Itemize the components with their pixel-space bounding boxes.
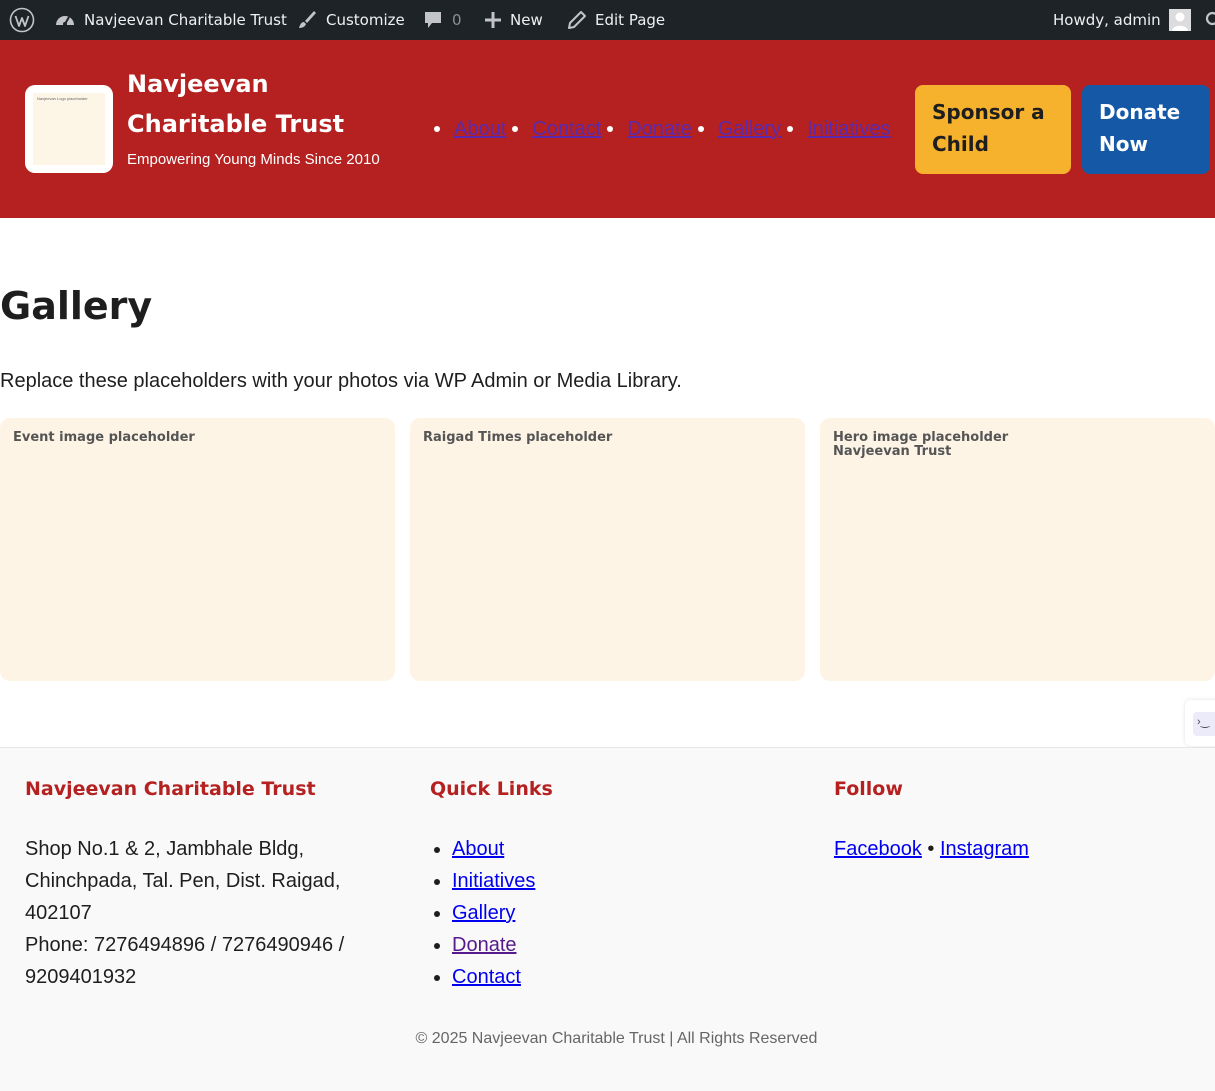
- pencil-icon: [568, 11, 586, 29]
- nav-bullet: [787, 126, 794, 132]
- logo-placeholder: Navjeevan Logo placeholder: [33, 93, 105, 165]
- gallery-card[interactable]: Raigad Times placeholder: [410, 418, 805, 681]
- edit-page-link[interactable]: Edit Page: [567, 0, 665, 40]
- gallery-card[interactable]: Event image placeholder: [0, 418, 395, 681]
- social-links: Facebook • Instagram: [834, 833, 1029, 865]
- footer-link-about[interactable]: About: [452, 838, 504, 860]
- gallery-card-label: Event image placeholder: [13, 430, 195, 445]
- admin-bar: Navjeevan Charitable Trust Customize 0 N…: [0, 0, 1215, 40]
- site-logo[interactable]: Navjeevan Logo placeholder: [25, 85, 113, 173]
- account-menu[interactable]: Howdy, admin: [1053, 0, 1191, 40]
- site-footer: Navjeevan Charitable Trust Shop No.1 & 2…: [0, 747, 1215, 1091]
- quick-links-heading: Quick Links: [430, 778, 553, 800]
- howdy-label: Howdy, admin: [1053, 11, 1161, 29]
- nav-link-donate[interactable]: Donate: [627, 118, 692, 141]
- footer-link-donate[interactable]: Donate: [452, 934, 517, 956]
- footer-link-contact[interactable]: Contact: [452, 966, 521, 988]
- donate-now-button[interactable]: Donate Now: [1082, 85, 1210, 174]
- site-tagline: Empowering Young Minds Since 2010: [127, 151, 380, 168]
- nav-bullet: [512, 126, 519, 132]
- nav-link-gallery[interactable]: Gallery: [718, 118, 781, 141]
- nav-item-gallery: Gallery: [697, 118, 787, 141]
- follow-heading: Follow: [834, 778, 903, 800]
- nav-item-donate: Donate: [607, 118, 698, 141]
- list-item: Initiatives: [452, 865, 535, 897]
- dashboard-gauge-icon: [56, 16, 74, 26]
- edit-page-label: Edit Page: [595, 11, 666, 29]
- customize-label: Customize: [326, 11, 405, 29]
- paintbrush-icon: [299, 11, 316, 28]
- list-item: Gallery: [452, 897, 535, 929]
- footer-address-block: Shop No.1 & 2, Jambhale Bldg, Chinchpada…: [25, 833, 405, 993]
- page-title: Gallery: [0, 284, 153, 328]
- site-header: Navjeevan Logo placeholder Navjeevan Cha…: [0, 40, 1215, 218]
- gallery-card-label: Raigad Times placeholder: [423, 430, 613, 445]
- comment-bubble-icon: [425, 12, 441, 28]
- site-title[interactable]: Navjeevan Charitable Trust: [127, 64, 367, 144]
- footer-phone: Phone: 7276494896 / 7276490946 / 9209401…: [25, 934, 345, 988]
- floating-widget[interactable]: ›‿: [1185, 700, 1215, 746]
- new-content-link[interactable]: New: [484, 0, 543, 40]
- copyright-text: © 2025 Navjeevan Charitable Trust | All …: [415, 1030, 818, 1047]
- comments-count: 0: [452, 11, 462, 29]
- nav-bullet: [434, 126, 440, 132]
- plus-icon: [485, 12, 501, 28]
- customize-link[interactable]: Customize: [296, 0, 405, 40]
- nav-link-about[interactable]: About: [454, 118, 506, 141]
- nav-item-initiatives: Initiatives: [787, 118, 896, 141]
- footer-org-heading: Navjeevan Charitable Trust: [25, 778, 316, 800]
- search-icon[interactable]: [1205, 0, 1215, 40]
- gallery-card-label: Hero image placeholder Navjeevan Trust: [833, 430, 1009, 459]
- nav-link-contact[interactable]: Contact: [532, 118, 601, 141]
- nav-bullet: [697, 126, 704, 132]
- primary-nav: About Contact Donate Gallery Initiatives: [434, 116, 896, 142]
- facebook-link[interactable]: Facebook: [834, 838, 922, 860]
- nav-link-initiatives[interactable]: Initiatives: [807, 118, 890, 141]
- new-label: New: [510, 11, 543, 29]
- user-avatar-icon: [1168, 9, 1191, 31]
- sponsor-a-child-button[interactable]: Sponsor a Child: [915, 85, 1071, 174]
- social-separator: •: [927, 838, 935, 860]
- nav-item-contact: Contact: [512, 118, 607, 141]
- instagram-link[interactable]: Instagram: [940, 838, 1029, 860]
- footer-link-initiatives[interactable]: Initiatives: [452, 870, 535, 892]
- footer-address: Shop No.1 & 2, Jambhale Bldg, Chinchpada…: [25, 838, 341, 924]
- nav-bullet: [607, 126, 614, 132]
- admin-bar-site-name: Navjeevan Charitable Trust: [84, 11, 287, 29]
- footer-link-gallery[interactable]: Gallery: [452, 902, 515, 924]
- admin-bar-site-link[interactable]: Navjeevan Charitable Trust: [54, 0, 287, 40]
- widget-icon: ›‿: [1193, 712, 1215, 736]
- gallery-card[interactable]: Hero image placeholder Navjeevan Trust: [820, 418, 1215, 681]
- list-item: About: [452, 833, 535, 865]
- quick-links-list: About Initiatives Gallery Donate Contact: [430, 833, 535, 993]
- comments-link[interactable]: 0: [422, 0, 462, 40]
- wordpress-logo-icon[interactable]: [9, 0, 35, 40]
- list-item: Donate: [452, 929, 535, 961]
- gallery-intro: Replace these placeholders with your pho…: [0, 370, 682, 392]
- list-item: Contact: [452, 961, 535, 993]
- nav-item-about: About: [434, 118, 512, 141]
